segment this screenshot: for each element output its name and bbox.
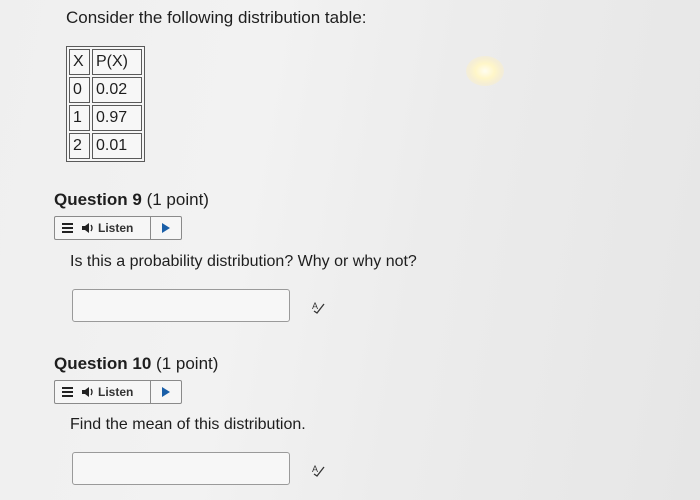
listen-toolbar: Listen bbox=[54, 216, 182, 240]
speaker-icon bbox=[82, 387, 93, 397]
question-9-answer-input[interactable] bbox=[72, 289, 290, 322]
play-icon bbox=[162, 223, 170, 233]
listen-button[interactable]: Listen bbox=[79, 381, 150, 403]
play-button[interactable] bbox=[150, 217, 181, 239]
listen-button[interactable]: Listen bbox=[79, 217, 150, 239]
speaker-icon bbox=[82, 223, 93, 233]
table-cell: 0 bbox=[69, 77, 90, 103]
table-cell: 2 bbox=[69, 133, 90, 159]
table-cell: 0.97 bbox=[92, 105, 142, 131]
listen-menu-button[interactable] bbox=[55, 381, 79, 403]
table-row: 2 0.01 bbox=[69, 133, 142, 159]
table-header-x: X bbox=[69, 49, 90, 75]
svg-text:A: A bbox=[312, 464, 318, 474]
question-10-prompt: Find the mean of this distribution. bbox=[70, 416, 306, 433]
menu-icon bbox=[61, 222, 73, 234]
table-header-row: X P(X) bbox=[69, 49, 142, 75]
question-points: (1 point) bbox=[146, 190, 209, 209]
question-10-title: Question 10 (1 point) bbox=[54, 354, 218, 374]
question-points: (1 point) bbox=[156, 354, 219, 373]
play-icon bbox=[162, 387, 170, 397]
light-glare bbox=[466, 56, 504, 86]
question-number: Question 10 bbox=[54, 354, 152, 373]
question-number: Question 9 bbox=[54, 190, 142, 209]
listen-label: Listen bbox=[98, 385, 134, 399]
table-cell: 0.01 bbox=[92, 133, 142, 159]
listen-menu-button[interactable] bbox=[55, 217, 79, 239]
table-row: 1 0.97 bbox=[69, 105, 142, 131]
question-9-title: Question 9 (1 point) bbox=[54, 190, 209, 210]
listen-toolbar: Listen bbox=[54, 380, 182, 404]
table-row: 0 0.02 bbox=[69, 77, 142, 103]
play-button[interactable] bbox=[150, 381, 181, 403]
distribution-table: X P(X) 0 0.02 1 0.97 2 0.01 bbox=[66, 46, 145, 162]
spellcheck-icon[interactable]: A bbox=[310, 463, 326, 480]
table-cell: 1 bbox=[69, 105, 90, 131]
intro-text: Consider the following distribution tabl… bbox=[66, 8, 367, 27]
menu-icon bbox=[61, 386, 73, 398]
question-10-answer-input[interactable] bbox=[72, 452, 290, 485]
question-9-prompt: Is this a probability distribution? Why … bbox=[70, 253, 417, 270]
table-cell: 0.02 bbox=[92, 77, 142, 103]
spellcheck-icon[interactable]: A bbox=[310, 300, 326, 317]
listen-label: Listen bbox=[98, 221, 134, 235]
svg-text:A: A bbox=[312, 301, 318, 311]
table-header-px: P(X) bbox=[92, 49, 142, 75]
